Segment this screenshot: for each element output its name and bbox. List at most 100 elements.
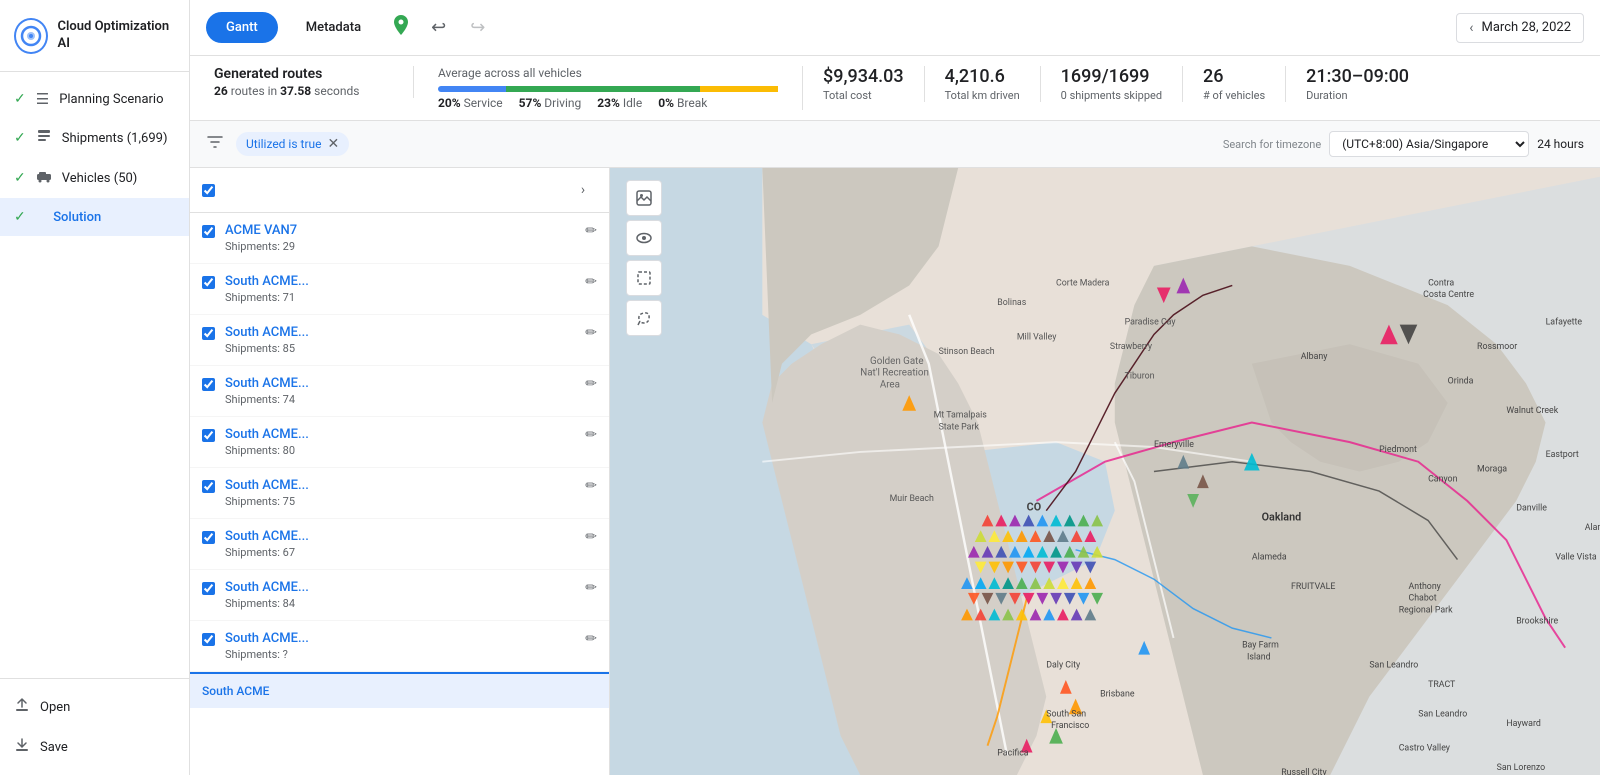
vehicle-info: ACME VAN7 Shipments: 29 <box>225 223 575 253</box>
vehicle-list-item[interactable]: South ACME... Shipments: 75 ✏ <box>190 468 609 519</box>
duration-label: Duration <box>1306 89 1409 102</box>
svg-text:San Lorenzo: San Lorenzo <box>1497 763 1546 773</box>
avg-title: Average across all vehicles <box>438 66 778 80</box>
vehicle-checkbox[interactable] <box>202 582 215 595</box>
sidebar-item-planning[interactable]: ✓ ☰ Planning Scenario <box>0 80 189 118</box>
hours-label: 24 hours <box>1537 137 1584 151</box>
open-icon <box>14 697 30 717</box>
vehicle-name: South ACME... <box>225 478 575 493</box>
vehicle-shipments: Shipments: 85 <box>225 342 575 355</box>
svg-text:Contra: Contra <box>1428 278 1454 288</box>
vehicle-checkbox[interactable] <box>202 480 215 493</box>
svg-text:Brisbane: Brisbane <box>1100 690 1135 700</box>
sidebar-item-shipments[interactable]: ✓ Shipments (1,699) <box>0 118 189 158</box>
topbar: Gantt Metadata ↩ ↪ ‹ March 28, 2022 <box>190 0 1600 56</box>
driving-label: 57% Driving <box>519 96 582 110</box>
filter-icon-button[interactable] <box>206 133 224 156</box>
vehicle-checkbox[interactable] <box>202 633 215 646</box>
progress-bar <box>438 86 778 92</box>
vehicles-container: ACME VAN7 Shipments: 29 ✏ South ACME... … <box>190 213 609 672</box>
svg-text:Francisco: Francisco <box>1051 721 1089 731</box>
redo-button[interactable]: ↪ <box>464 11 491 44</box>
routes-count: 26 <box>214 84 228 98</box>
check-icon-planning: ✓ <box>14 91 26 107</box>
svg-text:TRACT: TRACT <box>1428 680 1456 690</box>
check-icon-shipments: ✓ <box>14 130 26 146</box>
vehicle-checkbox[interactable] <box>202 225 215 238</box>
vehicle-info: South ACME... Shipments: 80 <box>225 427 575 457</box>
gantt-button[interactable]: Gantt <box>206 12 278 43</box>
map-area[interactable]: Golden Gate Nat'l Recreation Area CO Oak… <box>610 168 1600 775</box>
planning-label: Planning Scenario <box>59 92 163 107</box>
sidebar-item-vehicles[interactable]: ✓ Vehicles (50) <box>0 158 189 198</box>
duration-value: 21:30–09:00 <box>1306 66 1409 87</box>
map-lasso-tool[interactable] <box>626 300 662 336</box>
map-pin-icon[interactable] <box>389 13 413 43</box>
vehicle-edit-button[interactable]: ✏ <box>585 478 597 494</box>
save-button[interactable]: Save <box>0 727 189 767</box>
sidebar-item-solution[interactable]: ✓ Solution <box>0 198 189 236</box>
vehicle-list-item[interactable]: South ACME... Shipments: 84 ✏ <box>190 570 609 621</box>
svg-text:Nat'l Recreation: Nat'l Recreation <box>860 368 929 379</box>
utilized-filter-chip[interactable]: Utilized is true ✕ <box>236 132 349 156</box>
vehicle-name: South ACME... <box>225 631 575 646</box>
routes-time: 37.58 <box>280 84 311 98</box>
total-cost-value: $9,934.03 <box>823 66 904 87</box>
collapse-list-button[interactable]: › <box>569 176 597 204</box>
vehicle-list-item[interactable]: South ACME... Shipments: ? ✏ <box>190 621 609 672</box>
filter-chip-close-icon[interactable]: ✕ <box>328 136 340 152</box>
metadata-button[interactable]: Metadata <box>290 12 377 43</box>
vehicle-edit-button[interactable]: ✏ <box>585 223 597 239</box>
vehicle-edit-button[interactable]: ✏ <box>585 274 597 290</box>
generated-routes-title: Generated routes <box>214 66 389 82</box>
vehicle-name: South ACME... <box>225 427 575 442</box>
svg-text:San Leandro: San Leandro <box>1418 709 1467 719</box>
open-button[interactable]: Open <box>0 687 189 727</box>
vehicle-list-item[interactable]: South ACME... Shipments: 67 ✏ <box>190 519 609 570</box>
vehicle-info: South ACME... Shipments: 74 <box>225 376 575 406</box>
vehicle-checkbox[interactable] <box>202 429 215 442</box>
vehicle-checkbox[interactable] <box>202 327 215 340</box>
map-image-tool[interactable] <box>626 180 662 216</box>
vehicle-edit-button[interactable]: ✏ <box>585 580 597 596</box>
vehicle-list-item[interactable]: South ACME... Shipments: 80 ✏ <box>190 417 609 468</box>
vehicles-count-label: # of vehicles <box>1203 89 1265 102</box>
vehicle-list-item[interactable]: South ACME... Shipments: 74 ✏ <box>190 366 609 417</box>
select-all-checkbox[interactable] <box>202 184 215 197</box>
vehicle-edit-button[interactable]: ✏ <box>585 529 597 545</box>
total-cost-label: Total cost <box>823 89 904 102</box>
vehicle-edit-button[interactable]: ✏ <box>585 376 597 392</box>
vehicle-shipments: Shipments: 29 <box>225 240 575 253</box>
vehicle-edit-button[interactable]: ✏ <box>585 427 597 443</box>
solution-label: Solution <box>53 210 101 225</box>
map-select-tool[interactable] <box>626 260 662 296</box>
vehicle-checkbox[interactable] <box>202 378 215 391</box>
map-eye-tool[interactable] <box>626 220 662 256</box>
sidebar-logo: Cloud Optimization AI <box>0 0 189 72</box>
undo-button[interactable]: ↩ <box>425 11 452 44</box>
vehicle-list-item[interactable]: ACME VAN7 Shipments: 29 ✏ <box>190 213 609 264</box>
date-label: March 28, 2022 <box>1481 20 1571 35</box>
date-prev-arrow[interactable]: ‹ <box>1469 20 1473 36</box>
vehicles-count-value: 26 <box>1203 66 1265 87</box>
timezone-select[interactable]: (UTC+8:00) Asia/Singapore <box>1329 131 1529 157</box>
vehicle-edit-button[interactable]: ✏ <box>585 631 597 647</box>
vehicle-name: South ACME... <box>225 274 575 289</box>
total-km-block: 4,210.6 Total km driven <box>925 66 1041 102</box>
vehicle-checkbox[interactable] <box>202 531 215 544</box>
vehicle-checkbox[interactable] <box>202 276 215 289</box>
svg-text:Russell City: Russell City <box>1281 768 1327 775</box>
svg-text:Chabot: Chabot <box>1409 594 1437 604</box>
vehicle-edit-button[interactable]: ✏ <box>585 325 597 341</box>
map-toolbar <box>626 180 662 336</box>
save-label: Save <box>40 740 68 755</box>
total-km-value: 4,210.6 <box>945 66 1020 87</box>
open-label: Open <box>40 700 70 715</box>
vehicle-list-item[interactable]: South ACME... Shipments: 71 ✏ <box>190 264 609 315</box>
shipments-skipped: 0 shipments skipped <box>1061 89 1162 102</box>
vehicle-shipments: Shipments: 74 <box>225 393 575 406</box>
vehicle-list-item[interactable]: South ACME... Shipments: 85 ✏ <box>190 315 609 366</box>
svg-text:Alameda: Alameda <box>1252 553 1287 563</box>
svg-text:Lafayette: Lafayette <box>1546 318 1583 328</box>
vehicle-info: South ACME... Shipments: 67 <box>225 529 575 559</box>
